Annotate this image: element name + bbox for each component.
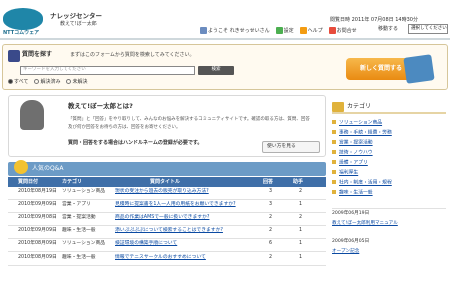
- row-title-link[interactable]: 見積時に提案書を1人一人用の用紙をお願いできますか?: [115, 202, 236, 208]
- logo-text: NTTコムウェア: [3, 30, 40, 36]
- search-button[interactable]: 検索: [198, 66, 234, 75]
- move-label: 移動する: [378, 26, 399, 32]
- row-category: 営業・アプリ: [62, 202, 91, 207]
- notebook-icon: [403, 54, 435, 84]
- category-title: カテゴリ: [347, 103, 372, 110]
- category-item[interactable]: 設備・アプリ: [332, 160, 444, 168]
- row-helpers: 1: [299, 241, 303, 246]
- row-answers: 2: [269, 228, 273, 233]
- bullet-icon: [332, 120, 336, 124]
- row-category: 趣味・生活一般: [62, 228, 96, 233]
- row-answers: 3: [269, 189, 273, 194]
- settings-link[interactable]: 設定: [275, 27, 294, 34]
- radio-all[interactable]: すべて: [8, 79, 28, 85]
- intro-notice: 質問・回答をする場合はハンドルネームの登録が必要です。: [68, 140, 203, 146]
- user-link[interactable]: ようこそ れきせっせいさん: [200, 27, 270, 34]
- question-icon: [8, 50, 20, 62]
- site-subtitle: 教えて!ぼー太郎: [60, 21, 97, 27]
- radio-unresolved[interactable]: 未解決: [66, 79, 87, 85]
- popular-title: 人気のQ&A: [32, 165, 64, 172]
- sidebar-divider: [332, 208, 446, 209]
- header-answers: 回答: [263, 179, 274, 185]
- bullet-icon: [332, 130, 336, 134]
- star-icon: [14, 160, 28, 174]
- user-icon: [200, 27, 207, 34]
- row-category: 営業・提案活動: [62, 215, 96, 220]
- row-date: 2010年09月09日: [18, 228, 57, 233]
- row-answers: 3: [269, 202, 273, 207]
- radio-resolved[interactable]: 解決済み: [34, 79, 60, 85]
- bullet-icon: [332, 150, 336, 154]
- row-category: 趣味・生活一般: [62, 255, 96, 260]
- search-filter-radios: すべて 解決済み 未解決: [8, 79, 87, 85]
- category-item[interactable]: 趣味・生活一般: [332, 190, 444, 198]
- bullet-icon: [332, 180, 336, 184]
- header-date: 質問日付: [18, 179, 39, 185]
- news-link[interactable]: オープン記念: [332, 249, 359, 255]
- category-item[interactable]: 技術・ノウハウ: [332, 150, 444, 158]
- search-description: まずはこのフォームから質問を検索してみてください。: [70, 52, 195, 58]
- header-divider: [0, 38, 450, 40]
- search-title: 質問を探す: [22, 51, 53, 58]
- bullet-icon: [332, 140, 336, 144]
- date-display: 閲覧日時 2011年 07月08日 14時30分: [330, 17, 418, 23]
- category-item[interactable]: 福利厚生: [332, 170, 444, 178]
- row-answers: 2: [269, 215, 273, 220]
- folder-icon: [332, 102, 344, 112]
- row-date: 2010年09月08日: [18, 215, 57, 220]
- header-category: カテゴリ: [62, 179, 83, 185]
- header-helpers: 助手: [293, 179, 304, 185]
- bullet-icon: [332, 170, 336, 174]
- bullet-icon: [332, 160, 336, 164]
- row-helpers: 2: [299, 189, 303, 194]
- category-item[interactable]: 営業・提案活動: [332, 140, 444, 148]
- row-title-link[interactable]: 検証環境の構築手順について: [115, 241, 177, 247]
- search-input[interactable]: キーワードを入力してください: [20, 66, 195, 75]
- how-to-button[interactable]: 使い方を見る: [262, 141, 320, 153]
- news-link[interactable]: 教えて!ぼー太郎利用マニュアル: [332, 221, 398, 227]
- navigation-select[interactable]: 選択してください: [408, 24, 448, 34]
- company-logo: [3, 8, 43, 30]
- category-item[interactable]: ソリューション商品: [332, 120, 444, 128]
- row-answers: 2: [269, 255, 273, 260]
- row-title-link[interactable]: 商品の作業はAMSで一般に扱いできますか?: [115, 215, 209, 221]
- row-category: ソリューション商品: [62, 241, 106, 246]
- top-links: ようこそ れきせっせいさん 設定 ヘルプ お問合せ: [200, 27, 380, 34]
- help-link[interactable]: ヘルプ: [299, 27, 323, 34]
- row-answers: 6: [269, 241, 273, 246]
- row-title-link[interactable]: 現状の受注から過去の販売が取り込み方法?: [115, 189, 209, 195]
- category-item[interactable]: 社内・制度・活用・規程: [332, 180, 444, 188]
- intro-title: 教えて!ぼー太郎とは?: [68, 102, 133, 110]
- category-item[interactable]: 事務・手続・経費・労務: [332, 130, 444, 138]
- intro-description-1: 「質問」と「回答」をやり取りして、みんなのお悩みを解決するコミュニティサイトです…: [68, 117, 310, 122]
- contact-link[interactable]: お問合せ: [328, 27, 357, 34]
- row-helpers: 2: [299, 215, 303, 220]
- news-date: 2009年06月05日: [332, 239, 370, 244]
- help-icon: [299, 27, 307, 34]
- row-title-link[interactable]: 添いぷぷぷぷについて検索することはできますか?: [115, 228, 223, 234]
- row-date: 2010年08月09日: [18, 241, 57, 246]
- row-category: ソリューション商品: [62, 189, 106, 194]
- row-date: 2010年09月09日: [18, 202, 57, 207]
- header-title: 質問タイトル: [150, 179, 181, 185]
- site-title: ナレッジセンター: [50, 12, 102, 20]
- intro-description-2: 及び何か回答をお待ちの方は、回答をお寄せください。: [68, 125, 181, 130]
- row-helpers: 1: [299, 202, 303, 207]
- row-date: 2010年08月09日: [18, 255, 57, 260]
- row-helpers: 1: [299, 228, 303, 233]
- news-date: 2009年06月19日: [332, 211, 370, 216]
- mascot-icon: [20, 100, 44, 130]
- row-date: 2010年08月19日: [18, 189, 57, 194]
- mail-icon: [328, 27, 336, 34]
- row-helpers: 1: [299, 255, 303, 260]
- row-title-link[interactable]: 情報でテニスサークルのおすすめについて: [115, 255, 206, 261]
- bullet-icon: [332, 190, 336, 194]
- gear-icon: [275, 27, 283, 34]
